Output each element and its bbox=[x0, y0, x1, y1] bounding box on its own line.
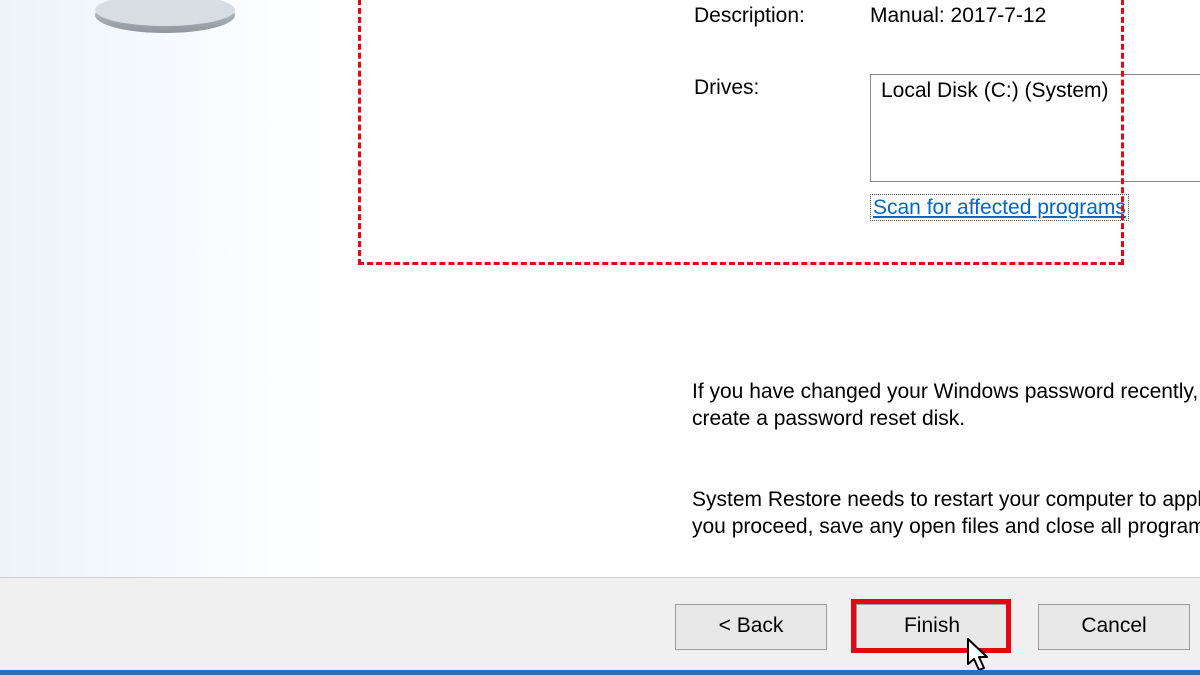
back-button[interactable]: < Back bbox=[675, 604, 827, 650]
taskbar-strip bbox=[0, 670, 1200, 675]
description-label: Description: bbox=[694, 4, 805, 28]
password-reset-note: If you have changed your Windows passwor… bbox=[692, 378, 1200, 433]
system-restore-wizard: Description: Manual: 2017-7-12 Drives: L… bbox=[0, 0, 1200, 675]
description-value: Manual: 2017-7-12 bbox=[870, 4, 1046, 28]
drives-label: Drives: bbox=[694, 76, 759, 100]
monitor-icon bbox=[60, 0, 290, 50]
wizard-content: Description: Manual: 2017-7-12 Drives: L… bbox=[320, 0, 1200, 578]
drive-item: Local Disk (C:) (System) bbox=[881, 79, 1200, 103]
restart-warning: System Restore needs to restart your com… bbox=[692, 486, 1200, 541]
drives-listbox[interactable]: Local Disk (C:) (System) bbox=[870, 74, 1200, 182]
wizard-sidebar bbox=[0, 0, 320, 578]
cancel-button[interactable]: Cancel bbox=[1038, 604, 1190, 650]
finish-button[interactable]: Finish bbox=[856, 604, 1008, 650]
wizard-button-bar: < Back Finish Cancel bbox=[0, 577, 1200, 675]
scan-affected-programs-link[interactable]: Scan for affected programs bbox=[870, 194, 1129, 221]
